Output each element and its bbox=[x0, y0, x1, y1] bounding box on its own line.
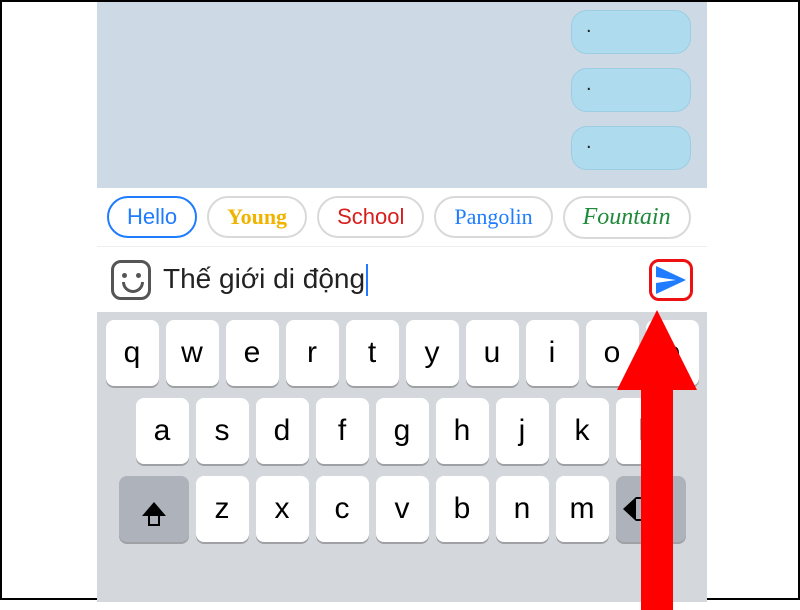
keyboard-row-2: a s d f g h j k l bbox=[101, 398, 703, 464]
key-b[interactable]: b bbox=[436, 476, 489, 542]
key-r[interactable]: r bbox=[286, 320, 339, 386]
key-f[interactable]: f bbox=[316, 398, 369, 464]
key-e[interactable]: e bbox=[226, 320, 279, 386]
message-bubble[interactable]: . bbox=[571, 10, 691, 54]
key-o[interactable]: o bbox=[586, 320, 639, 386]
key-t[interactable]: t bbox=[346, 320, 399, 386]
key-d[interactable]: d bbox=[256, 398, 309, 464]
key-u[interactable]: u bbox=[466, 320, 519, 386]
key-y[interactable]: y bbox=[406, 320, 459, 386]
chat-area: . . . bbox=[97, 2, 707, 188]
key-z[interactable]: z bbox=[196, 476, 249, 542]
key-h[interactable]: h bbox=[436, 398, 489, 464]
key-p[interactable]: p bbox=[646, 320, 699, 386]
key-c[interactable]: c bbox=[316, 476, 369, 542]
message-input-bar: Thế giới di động bbox=[97, 246, 707, 312]
send-icon[interactable] bbox=[656, 266, 686, 294]
key-backspace[interactable] bbox=[616, 476, 686, 542]
key-w[interactable]: w bbox=[166, 320, 219, 386]
shift-icon bbox=[142, 502, 166, 516]
keyboard-row-3: z x c v b n m bbox=[101, 476, 703, 542]
backspace-icon bbox=[636, 497, 666, 521]
style-chip-fountain[interactable]: Fountain bbox=[563, 196, 691, 239]
input-text: Thế giới di động bbox=[163, 263, 365, 294]
style-chip-school[interactable]: School bbox=[317, 196, 424, 238]
key-v[interactable]: v bbox=[376, 476, 429, 542]
key-shift[interactable] bbox=[119, 476, 189, 542]
message-bubble[interactable]: . bbox=[571, 126, 691, 170]
keyboard: q w e r t y u i o p a s d f g h j k l z … bbox=[97, 312, 707, 602]
key-g[interactable]: g bbox=[376, 398, 429, 464]
phone-screen: . . . Hello Young School Pangolin Founta… bbox=[97, 2, 707, 602]
keyboard-row-1: q w e r t y u i o p bbox=[101, 320, 703, 386]
text-cursor bbox=[366, 264, 368, 296]
style-chip-hello[interactable]: Hello bbox=[107, 196, 197, 238]
key-j[interactable]: j bbox=[496, 398, 549, 464]
key-x[interactable]: x bbox=[256, 476, 309, 542]
key-q[interactable]: q bbox=[106, 320, 159, 386]
key-l[interactable]: l bbox=[616, 398, 669, 464]
key-k[interactable]: k bbox=[556, 398, 609, 464]
message-input[interactable]: Thế giới di động bbox=[163, 263, 637, 297]
font-style-suggestions: Hello Young School Pangolin Fountain bbox=[97, 188, 707, 246]
key-a[interactable]: a bbox=[136, 398, 189, 464]
emoji-icon[interactable] bbox=[111, 260, 151, 300]
key-m[interactable]: m bbox=[556, 476, 609, 542]
key-i[interactable]: i bbox=[526, 320, 579, 386]
send-button-highlight bbox=[649, 259, 693, 301]
message-bubble[interactable]: . bbox=[571, 68, 691, 112]
key-n[interactable]: n bbox=[496, 476, 549, 542]
style-chip-pangolin[interactable]: Pangolin bbox=[434, 196, 552, 238]
key-s[interactable]: s bbox=[196, 398, 249, 464]
style-chip-young[interactable]: Young bbox=[207, 196, 307, 238]
